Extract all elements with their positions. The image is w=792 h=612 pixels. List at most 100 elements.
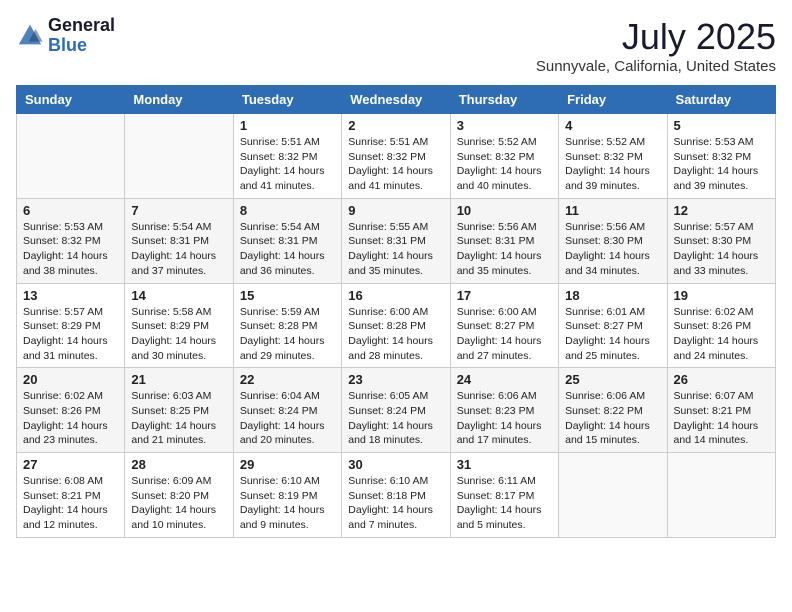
day-number: 13 [23, 288, 118, 303]
calendar-cell: 10Sunrise: 5:56 AM Sunset: 8:31 PM Dayli… [450, 198, 558, 283]
week-row-5: 27 Sunrise: 6:08 AM Sunset: 8:21 PM Dayli… [17, 453, 776, 538]
calendar-cell: 18Sunrise: 6:01 AM Sunset: 8:27 PM Dayli… [559, 283, 667, 368]
day-info: Sunrise: 6:10 AM Sunset: 8:18 PM Dayligh… [348, 474, 443, 533]
day-number: 26 [674, 372, 769, 387]
calendar-cell: 4Sunrise: 5:52 AM Sunset: 8:32 PM Daylig… [559, 114, 667, 199]
day-number: 27 [23, 457, 118, 472]
day-number: 12 [674, 203, 769, 218]
day-number: 2 [348, 118, 443, 133]
day-number: 29 [240, 457, 335, 472]
calendar-cell: 20 Sunrise: 6:02 AM Sunset: 8:26 PM Dayli… [17, 368, 125, 453]
calendar-cell: 28 Sunrise: 6:09 AM Sunset: 8:20 PM Dayli… [125, 453, 233, 538]
calendar-cell: 7 Sunrise: 5:54 AM Sunset: 8:31 PM Daylig… [125, 198, 233, 283]
calendar-cell: 8Sunrise: 5:54 AM Sunset: 8:31 PM Daylig… [233, 198, 341, 283]
day-number: 31 [457, 457, 552, 472]
day-info: Sunrise: 5:57 AM Sunset: 8:29 PM Dayligh… [23, 305, 118, 364]
day-number: 6 [23, 203, 118, 218]
week-row-2: 6 Sunrise: 5:53 AM Sunset: 8:32 PM Daylig… [17, 198, 776, 283]
day-number: 30 [348, 457, 443, 472]
weekday-header-monday: Monday [125, 86, 233, 114]
calendar-cell: 27 Sunrise: 6:08 AM Sunset: 8:21 PM Dayli… [17, 453, 125, 538]
calendar-cell: 15 Sunrise: 5:59 AM Sunset: 8:28 PM Dayli… [233, 283, 341, 368]
calendar-cell: 25 Sunrise: 6:06 AM Sunset: 8:22 PM Dayli… [559, 368, 667, 453]
day-info: Sunrise: 5:51 AM Sunset: 8:32 PM Dayligh… [348, 135, 443, 194]
day-info: Sunrise: 5:56 AM Sunset: 8:30 PM Dayligh… [565, 220, 660, 279]
day-number: 10 [457, 203, 552, 218]
day-info: Sunrise: 6:07 AM Sunset: 8:21 PM Dayligh… [674, 389, 769, 448]
weekday-header-friday: Friday [559, 86, 667, 114]
calendar-cell: 26 Sunrise: 6:07 AM Sunset: 8:21 PM Dayli… [667, 368, 775, 453]
calendar-cell [125, 114, 233, 199]
calendar-cell: 11 Sunrise: 5:56 AM Sunset: 8:30 PM Dayli… [559, 198, 667, 283]
day-info: Sunrise: 6:02 AM Sunset: 8:26 PM Dayligh… [23, 389, 118, 448]
day-number: 18 [565, 288, 660, 303]
calendar-cell: 23 Sunrise: 6:05 AM Sunset: 8:24 PM Dayli… [342, 368, 450, 453]
day-number: 17 [457, 288, 552, 303]
weekday-header-saturday: Saturday [667, 86, 775, 114]
day-info: Sunrise: 6:04 AM Sunset: 8:24 PM Dayligh… [240, 389, 335, 448]
day-number: 5 [674, 118, 769, 133]
calendar-cell: 6 Sunrise: 5:53 AM Sunset: 8:32 PM Daylig… [17, 198, 125, 283]
week-row-3: 13 Sunrise: 5:57 AM Sunset: 8:29 PM Dayli… [17, 283, 776, 368]
weekday-header-tuesday: Tuesday [233, 86, 341, 114]
calendar-cell: 24 Sunrise: 6:06 AM Sunset: 8:23 PM Dayli… [450, 368, 558, 453]
day-number: 20 [23, 372, 118, 387]
day-info: Sunrise: 6:02 AM Sunset: 8:26 PM Dayligh… [674, 305, 769, 364]
page-header: General Blue July 2025 Sunnyvale, Califo… [16, 16, 776, 75]
day-info: Sunrise: 5:54 AM Sunset: 8:31 PM Dayligh… [131, 220, 226, 279]
calendar-cell: 16Sunrise: 6:00 AM Sunset: 8:28 PM Dayli… [342, 283, 450, 368]
calendar-cell: 5 Sunrise: 5:53 AM Sunset: 8:32 PM Daylig… [667, 114, 775, 199]
month-title: July 2025 [536, 16, 776, 58]
calendar-cell: 21Sunrise: 6:03 AM Sunset: 8:25 PM Dayli… [125, 368, 233, 453]
day-number: 14 [131, 288, 226, 303]
day-number: 9 [348, 203, 443, 218]
weekday-header-thursday: Thursday [450, 86, 558, 114]
calendar-cell: 31Sunrise: 6:11 AM Sunset: 8:17 PM Dayli… [450, 453, 558, 538]
calendar-cell [559, 453, 667, 538]
day-info: Sunrise: 6:05 AM Sunset: 8:24 PM Dayligh… [348, 389, 443, 448]
week-row-1: 1 Sunrise: 5:51 AM Sunset: 8:32 PM Daylig… [17, 114, 776, 199]
weekday-header-wednesday: Wednesday [342, 86, 450, 114]
day-number: 1 [240, 118, 335, 133]
calendar-cell: 30 Sunrise: 6:10 AM Sunset: 8:18 PM Dayli… [342, 453, 450, 538]
calendar-cell: 19Sunrise: 6:02 AM Sunset: 8:26 PM Dayli… [667, 283, 775, 368]
day-info: Sunrise: 5:58 AM Sunset: 8:29 PM Dayligh… [131, 305, 226, 364]
day-info: Sunrise: 5:52 AM Sunset: 8:32 PM Dayligh… [565, 135, 660, 194]
day-number: 28 [131, 457, 226, 472]
day-info: Sunrise: 6:06 AM Sunset: 8:23 PM Dayligh… [457, 389, 552, 448]
title-block: July 2025 Sunnyvale, California, United … [536, 16, 776, 75]
day-info: Sunrise: 5:54 AM Sunset: 8:31 PM Dayligh… [240, 220, 335, 279]
day-info: Sunrise: 6:03 AM Sunset: 8:25 PM Dayligh… [131, 389, 226, 448]
day-number: 25 [565, 372, 660, 387]
logo-icon [16, 22, 44, 50]
calendar-cell [17, 114, 125, 199]
logo: General Blue [16, 16, 115, 56]
day-info: Sunrise: 6:08 AM Sunset: 8:21 PM Dayligh… [23, 474, 118, 533]
logo-blue-text: Blue [48, 36, 115, 56]
day-number: 23 [348, 372, 443, 387]
week-row-4: 20 Sunrise: 6:02 AM Sunset: 8:26 PM Dayli… [17, 368, 776, 453]
calendar-cell: 13 Sunrise: 5:57 AM Sunset: 8:29 PM Dayli… [17, 283, 125, 368]
day-number: 22 [240, 372, 335, 387]
calendar-cell: 9Sunrise: 5:55 AM Sunset: 8:31 PM Daylig… [342, 198, 450, 283]
calendar-table: SundayMondayTuesdayWednesdayThursdayFrid… [16, 85, 776, 538]
day-number: 15 [240, 288, 335, 303]
day-number: 11 [565, 203, 660, 218]
day-info: Sunrise: 6:06 AM Sunset: 8:22 PM Dayligh… [565, 389, 660, 448]
day-number: 7 [131, 203, 226, 218]
weekday-header-sunday: Sunday [17, 86, 125, 114]
day-info: Sunrise: 5:53 AM Sunset: 8:32 PM Dayligh… [23, 220, 118, 279]
day-info: Sunrise: 5:53 AM Sunset: 8:32 PM Dayligh… [674, 135, 769, 194]
calendar-cell: 14 Sunrise: 5:58 AM Sunset: 8:29 PM Dayli… [125, 283, 233, 368]
logo-general-text: General [48, 16, 115, 36]
day-info: Sunrise: 5:57 AM Sunset: 8:30 PM Dayligh… [674, 220, 769, 279]
day-info: Sunrise: 5:59 AM Sunset: 8:28 PM Dayligh… [240, 305, 335, 364]
calendar-cell: 12 Sunrise: 5:57 AM Sunset: 8:30 PM Dayli… [667, 198, 775, 283]
calendar-cell [667, 453, 775, 538]
day-number: 24 [457, 372, 552, 387]
location-title: Sunnyvale, California, United States [536, 58, 776, 75]
calendar-cell: 17Sunrise: 6:00 AM Sunset: 8:27 PM Dayli… [450, 283, 558, 368]
day-info: Sunrise: 6:09 AM Sunset: 8:20 PM Dayligh… [131, 474, 226, 533]
day-info: Sunrise: 6:00 AM Sunset: 8:28 PM Dayligh… [348, 305, 443, 364]
day-info: Sunrise: 5:51 AM Sunset: 8:32 PM Dayligh… [240, 135, 335, 194]
